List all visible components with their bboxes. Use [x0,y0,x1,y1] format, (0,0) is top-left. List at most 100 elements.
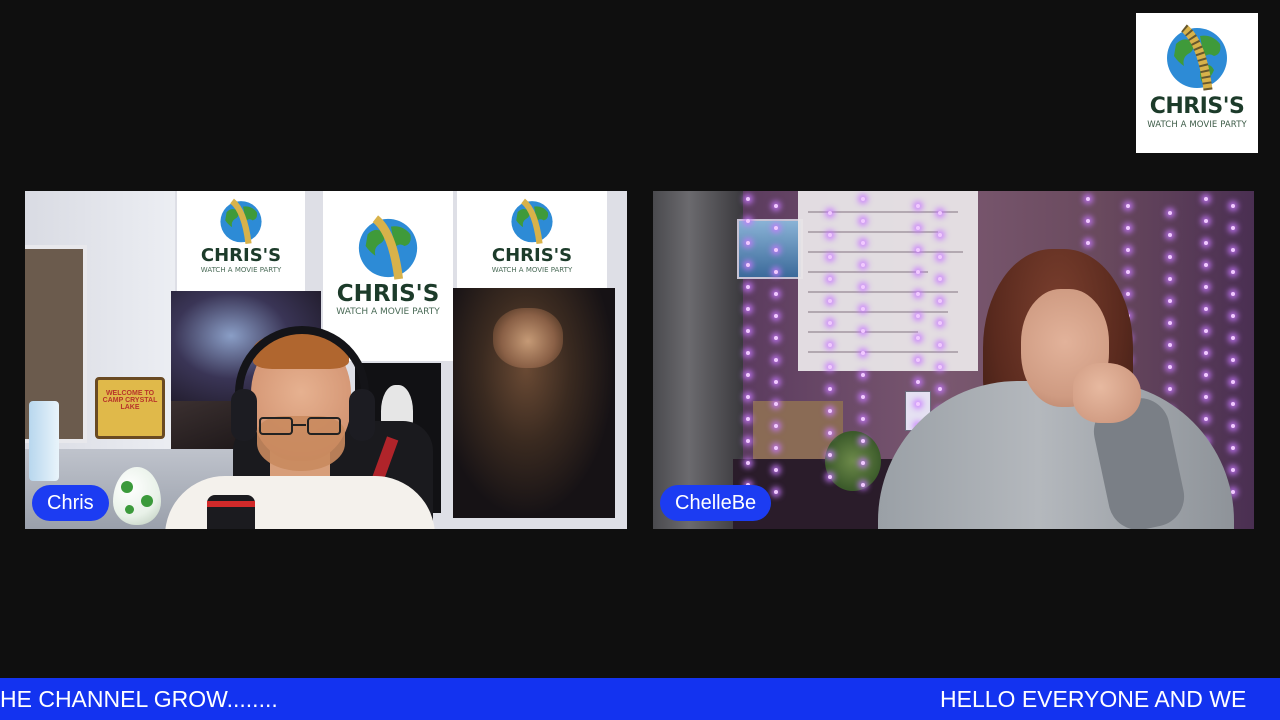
fairy-light [828,475,832,479]
headphone-earcup [349,389,375,441]
glasses-lens [259,417,293,435]
fairy-light [1168,299,1172,303]
fairy-light [828,453,832,457]
fairy-light [1204,197,1208,201]
fairy-light [828,255,832,259]
movie-poster [453,288,615,518]
fairy-light [1231,380,1235,384]
fairy-light [774,358,778,362]
fairy-light [1168,343,1172,347]
fairy-light [938,233,942,237]
fairy-light [1126,226,1130,230]
fairy-light [1126,204,1130,208]
fairy-light [1126,292,1130,296]
fairy-light [1168,233,1172,237]
fairy-light [1231,248,1235,252]
fairy-light [774,226,778,230]
fairy-light [861,329,865,333]
fairy-light [746,461,750,465]
fairy-light [1231,358,1235,362]
fairy-light [828,233,832,237]
fairy-light [1231,424,1235,428]
stream-layout: CHRIS'S WATCH A MOVIE PARTY CHRIS'S WATC… [0,0,1280,720]
fairy-light [938,343,942,347]
fairy-light [774,314,778,318]
participant-name-tag: ChelleBe [660,485,772,521]
fairy-light [828,431,832,435]
backdrop-banner: CHRIS'S WATCH A MOVIE PARTY [177,191,305,291]
fairy-light [1086,197,1090,201]
fairy-light [1204,307,1208,311]
fairy-light [774,446,778,450]
video-tile-chris[interactable]: CHRIS'S WATCH A MOVIE PARTY CHRIS'S WATC… [25,191,627,529]
fairy-light [938,365,942,369]
fairy-light [938,211,942,215]
fairy-light [1204,351,1208,355]
ticker-text-right: HELLO EVERYONE AND WE [940,686,1247,712]
person-shirt [165,476,435,529]
backdrop-banner: CHRIS'S WATCH A MOVIE PARTY [323,191,453,361]
fairy-light [1168,321,1172,325]
fairy-light [1168,387,1172,391]
chimp-face [493,308,563,368]
fairy-light [916,270,920,274]
fairy-light [746,197,750,201]
fairy-light [1231,490,1235,494]
backdrop-banner-subtitle: WATCH A MOVIE PARTY [200,266,282,274]
fairy-light [916,336,920,340]
fairy-light [746,263,750,267]
fairy-light [861,351,865,355]
fairy-light [916,292,920,296]
fairy-light [916,380,920,384]
fairy-light [774,380,778,384]
fairy-light [746,417,750,421]
fairy-light [746,285,750,289]
backdrop-banner: CHRIS'S WATCH A MOVIE PARTY [457,191,607,291]
fairy-light [861,395,865,399]
fairy-light [1204,395,1208,399]
fairy-light [828,277,832,281]
globe-film-reel-icon [220,198,262,245]
fairy-light [1086,219,1090,223]
plant [825,431,881,491]
channel-logo: CHRIS'S WATCH A MOVIE PARTY [1136,13,1258,153]
fairy-light [1204,241,1208,245]
backdrop-banner-title: CHRIS'S [336,281,440,307]
fairy-light [1168,255,1172,259]
fairy-light [916,402,920,406]
fairy-light [1231,336,1235,340]
person-hand [1073,363,1141,423]
fairy-light [774,424,778,428]
fairy-light [746,219,750,223]
scrolling-ticker: HE CHANNEL GROW........ HELLO EVERYONE A… [0,678,1280,720]
fairy-light [1204,373,1208,377]
fairy-light [1168,211,1172,215]
fairy-light [1204,417,1208,421]
fairy-light [828,387,832,391]
fairy-light [746,241,750,245]
fairy-light [1204,285,1208,289]
fairy-light [1231,446,1235,450]
fairy-light [861,219,865,223]
fairy-light [774,402,778,406]
globe-film-reel-icon [358,215,418,280]
fairy-light [774,336,778,340]
fairy-light [1231,292,1235,296]
fairy-light [746,395,750,399]
backdrop-banner-subtitle: WATCH A MOVIE PARTY [336,307,440,317]
fairy-light [1126,248,1130,252]
camp-sign: WELCOME TO CAMP CRYSTAL LAKE [95,377,165,439]
globe-film-reel-icon [1167,24,1227,91]
microphone-band [207,501,255,507]
backdrop-banner-subtitle: WATCH A MOVIE PARTY [491,266,573,274]
fairy-light [861,461,865,465]
fairy-light [861,285,865,289]
fairy-light [774,490,778,494]
fairy-light [1231,402,1235,406]
fairy-light [861,417,865,421]
video-tile-chellebe[interactable]: ChelleBe [653,191,1254,529]
glasses-lens [307,417,341,435]
wall-picture [737,219,803,279]
fairy-light [1168,365,1172,369]
fairy-light [774,204,778,208]
